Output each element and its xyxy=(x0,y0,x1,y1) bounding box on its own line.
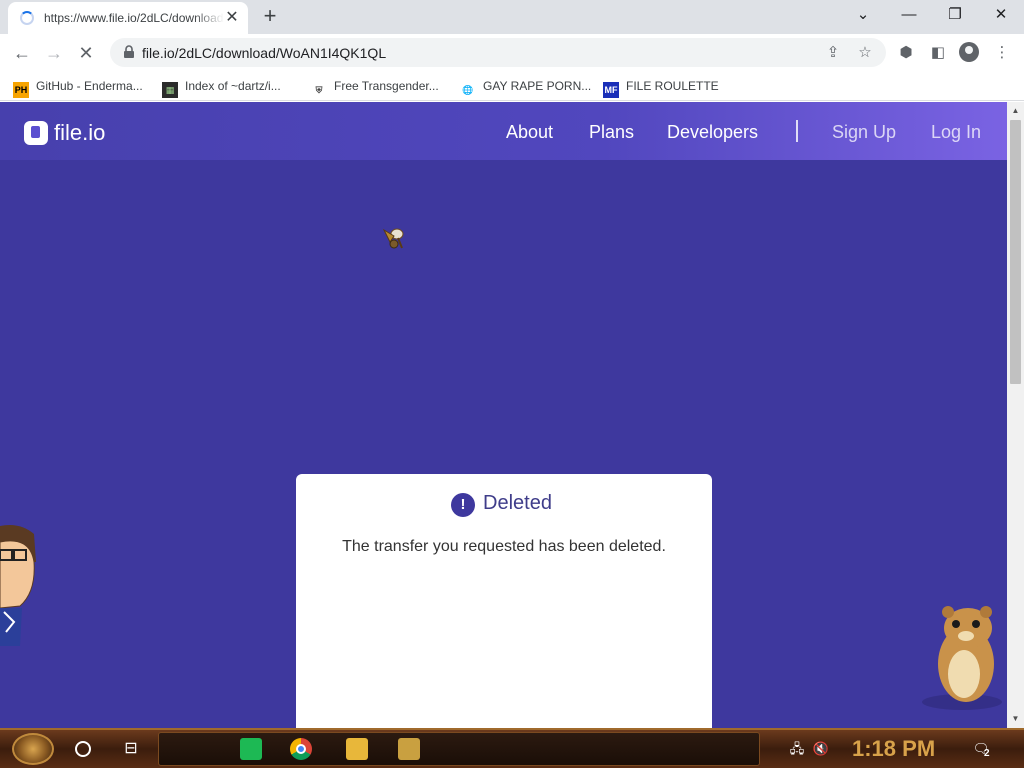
spotify-icon[interactable] xyxy=(240,738,262,760)
nav-developers[interactable]: Developers xyxy=(667,122,758,143)
cortana-icon[interactable] xyxy=(75,741,91,757)
windows-taskbar: ⊟ 🖧 🔇 1:18 PM 🗨 2 xyxy=(0,728,1024,768)
site-header: file.io About Plans Developers Sign Up L… xyxy=(0,102,1007,160)
close-window-button[interactable]: ✕ xyxy=(978,0,1024,30)
bookmark-item[interactable]: MF FILE ROULETTE xyxy=(603,76,719,98)
scroll-down-icon[interactable]: ▼ xyxy=(1007,712,1024,726)
bookmark-label: Index of ~dartz/i... xyxy=(185,79,281,93)
volume-muted-icon[interactable]: 🔇 xyxy=(812,740,830,758)
chrome-icon[interactable] xyxy=(290,738,312,760)
directory-favicon-icon: ▦ xyxy=(162,82,178,98)
bookmark-label: Free Transgender... xyxy=(334,79,439,93)
logo-text: file.io xyxy=(54,120,106,145)
bookmark-star-icon[interactable]: ☆ xyxy=(854,42,876,64)
profile-avatar-icon[interactable] xyxy=(959,42,979,62)
browser-tab-strip: https://www.file.io/2dLC/download/WoAN1I… xyxy=(0,0,1024,34)
browser-menu-icon[interactable]: ⋮ xyxy=(990,41,1014,65)
notification-count-badge: 2 xyxy=(984,748,990,759)
tab-close-icon[interactable]: ✕ xyxy=(222,8,242,28)
stop-loading-button[interactable]: ✕ xyxy=(73,40,99,66)
restore-button[interactable]: ❐ xyxy=(932,0,978,30)
scroll-up-icon[interactable]: ▲ xyxy=(1007,104,1024,118)
card-message: The transfer you requested has been dele… xyxy=(342,538,666,555)
file-io-logo-icon xyxy=(24,121,48,145)
new-tab-button[interactable]: + xyxy=(258,5,282,29)
task-view-icon[interactable]: ⊟ xyxy=(120,739,142,759)
url-text[interactable]: file.io/2dLC/download/WoAN1I4QK1QL xyxy=(142,45,386,61)
loading-spinner-icon xyxy=(20,11,34,25)
back-button[interactable]: ← xyxy=(9,40,35,66)
nav-sign-up[interactable]: Sign Up xyxy=(832,122,896,143)
extensions-icon[interactable]: ⬢ xyxy=(894,41,918,65)
taskbar-clock[interactable]: 1:18 PM xyxy=(852,736,935,762)
network-icon[interactable]: 🖧 xyxy=(788,740,806,758)
file-roulette-favicon-icon: MF xyxy=(603,82,619,98)
card-title: Deleted xyxy=(483,492,552,514)
forward-button[interactable]: → xyxy=(41,40,67,66)
bookmark-item[interactable]: ⛨ Free Transgender... xyxy=(311,76,439,98)
globe-icon: 🌐 xyxy=(460,82,476,98)
minimize-button[interactable]: — xyxy=(886,0,932,30)
bookmark-label: FILE ROULETTE xyxy=(626,79,719,93)
nav-log-in[interactable]: Log In xyxy=(931,122,981,143)
dancing-hamster-icon xyxy=(922,606,1002,710)
pornhub-favicon-icon: PH xyxy=(13,82,29,98)
browser-tab[interactable]: https://www.file.io/2dLC/download/WoAN1I… xyxy=(8,2,248,34)
address-bar[interactable]: file.io/2dLC/download/WoAN1I4QK1QL ⇪ ☆ xyxy=(110,38,886,67)
bookmark-label: GAY RAPE PORN... xyxy=(483,79,592,93)
deleted-message-card: ! Deleted The transfer you requested has… xyxy=(296,474,712,728)
lock-icon[interactable] xyxy=(122,45,136,59)
alert-icon: ! xyxy=(451,493,475,517)
nav-divider xyxy=(796,120,798,142)
animated-cursor-icon xyxy=(382,228,404,249)
bookmark-label: GitHub - Enderma... xyxy=(36,79,143,93)
start-button[interactable] xyxy=(12,733,54,765)
bookmarks-bar: PH GitHub - Enderma... ▦ Index of ~dartz/i… xyxy=(0,71,1024,101)
bookmark-item[interactable]: 🌐 GAY RAPE PORN... xyxy=(460,76,592,98)
browser-toolbar: ← → ✕ file.io/2dLC/download/WoAN1I4QK1QL… xyxy=(0,34,1024,71)
site-favicon-icon: ⛨ xyxy=(311,82,327,98)
nav-plans[interactable]: Plans xyxy=(589,122,634,143)
file-explorer-icon[interactable] xyxy=(346,738,368,760)
nav-about[interactable]: About xyxy=(506,122,553,143)
bookmark-item[interactable]: PH GitHub - Enderma... xyxy=(13,76,143,98)
side-panel-icon[interactable]: ◧ xyxy=(926,41,950,65)
tab-search-button[interactable]: ⌄ xyxy=(840,0,886,30)
page-scrollbar[interactable]: ▲ ▼ xyxy=(1007,102,1024,728)
bookmark-item[interactable]: ▦ Index of ~dartz/i... xyxy=(162,76,281,98)
page-viewport: file.io About Plans Developers Sign Up L… xyxy=(0,102,1007,728)
scroll-thumb[interactable] xyxy=(1010,120,1021,384)
cartoon-man-icon xyxy=(0,525,36,646)
game-app-icon[interactable] xyxy=(398,738,420,760)
share-icon[interactable]: ⇪ xyxy=(822,42,844,64)
